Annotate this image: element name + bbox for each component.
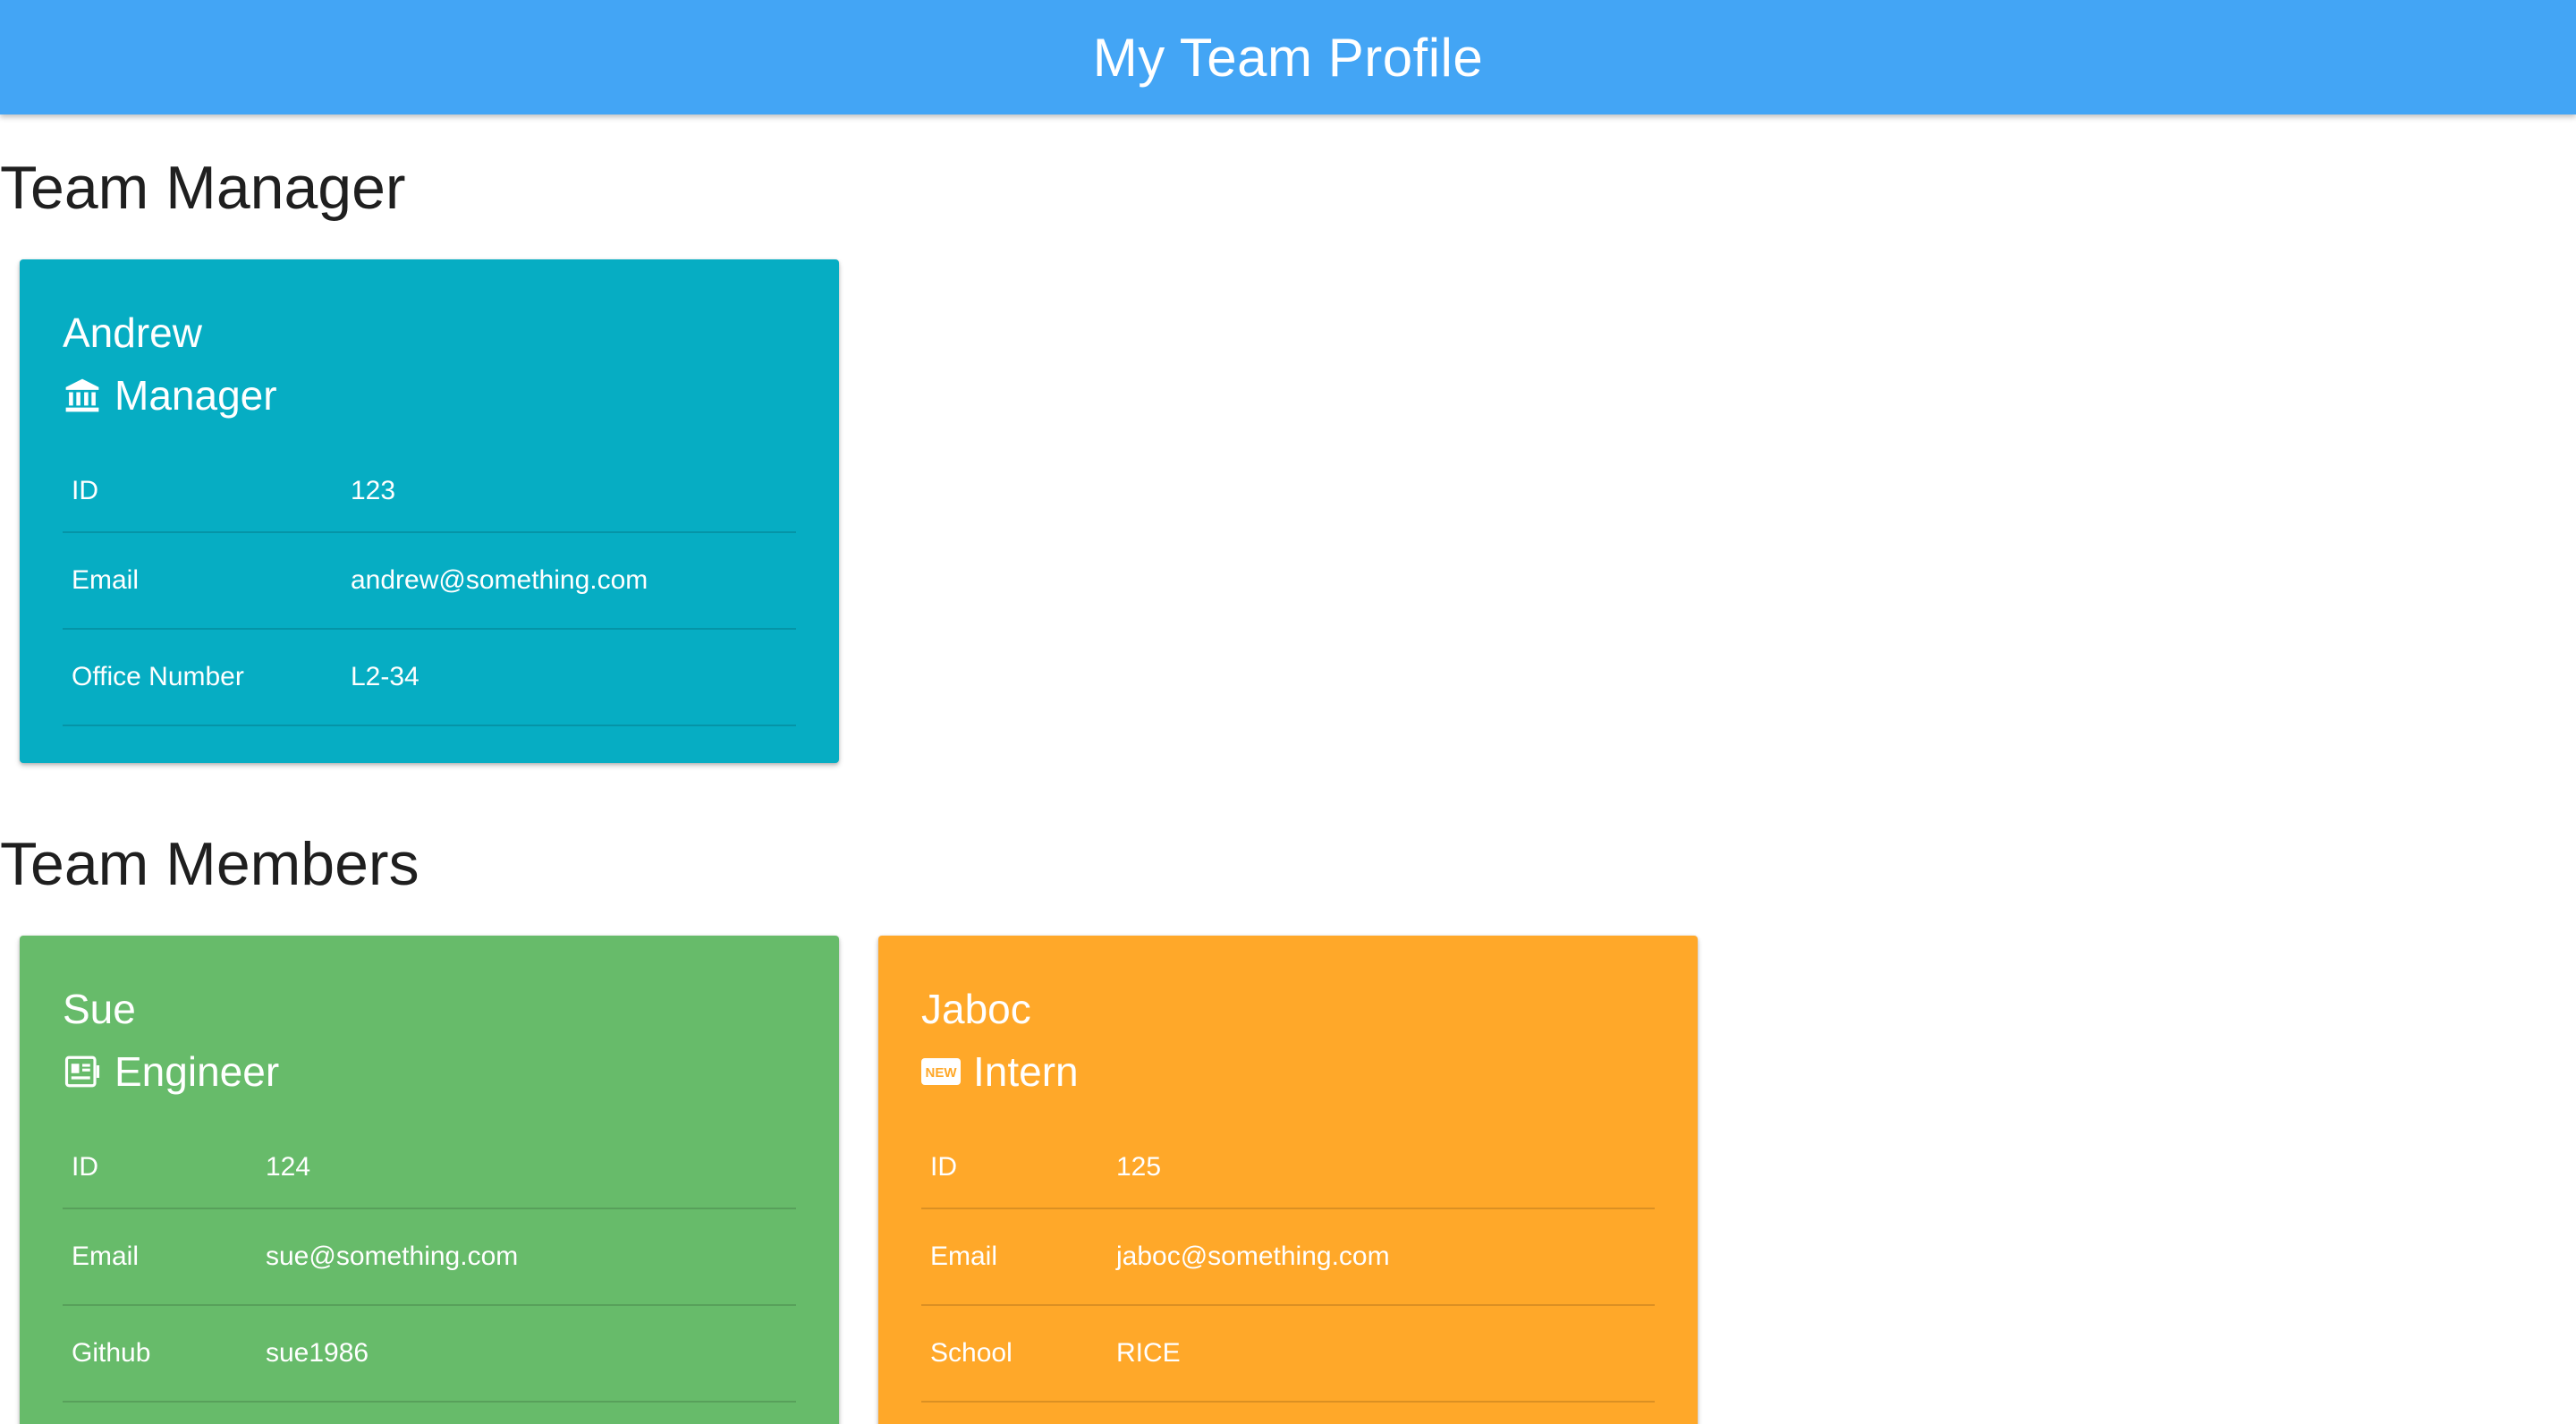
table-row: ID 123 <box>63 458 796 533</box>
employee-info-table: ID 125 Email jaboc@something.com School … <box>921 1134 1655 1403</box>
bank-icon <box>63 376 102 415</box>
table-row: ID 125 <box>921 1134 1655 1209</box>
field-label: Email <box>63 532 342 630</box>
field-value: L2-34 <box>342 629 796 726</box>
email-link[interactable]: sue@something.com <box>257 1208 796 1306</box>
field-label: ID <box>63 1134 257 1209</box>
field-label: ID <box>63 458 342 533</box>
engineer-card: Sue Engineer ID 124 Email sue@something.… <box>20 936 839 1424</box>
field-label: Github <box>63 1305 257 1403</box>
field-label: Email <box>63 1208 257 1306</box>
email-link[interactable]: jaboc@something.com <box>1107 1208 1655 1306</box>
field-value: 123 <box>342 458 796 533</box>
field-label: Office Number <box>63 629 342 726</box>
svg-text:NEW: NEW <box>926 1065 958 1081</box>
employee-name: Jaboc <box>921 986 1031 1032</box>
new-badge-icon: NEW <box>921 1052 961 1091</box>
page-title: My Team Profile <box>1092 27 1484 88</box>
manager-card: Andrew Manager ID 123 Email andrew@somet… <box>20 259 839 763</box>
table-row: Email andrew@something.com <box>63 532 796 630</box>
table-row: Email sue@something.com <box>63 1208 796 1306</box>
table-row: School RICE <box>921 1305 1655 1403</box>
field-value: RICE <box>1107 1305 1655 1403</box>
app-header: My Team Profile <box>0 0 2576 114</box>
employee-role-label: Intern <box>973 1048 1079 1095</box>
employee-name: Andrew <box>63 309 202 356</box>
field-label: ID <box>921 1134 1107 1209</box>
id-card-icon <box>63 1052 102 1091</box>
github-link[interactable]: sue1986 <box>257 1305 796 1403</box>
employee-info-table: ID 123 Email andrew@something.com Office… <box>63 458 796 726</box>
page: My Team Profile Team Manager Andrew Mana… <box>0 0 2576 1424</box>
employee-role-label: Manager <box>114 372 277 419</box>
field-value: 125 <box>1107 1134 1655 1209</box>
table-row: Email jaboc@something.com <box>921 1208 1655 1306</box>
field-value: 124 <box>257 1134 796 1209</box>
table-row: Office Number L2-34 <box>63 629 796 726</box>
table-row: Github sue1986 <box>63 1305 796 1403</box>
employee-role: Engineer <box>63 1047 796 1097</box>
employee-role: Manager <box>63 370 796 420</box>
team-members-heading: Team Members <box>0 830 419 898</box>
employee-role-label: Engineer <box>114 1048 280 1095</box>
intern-card: Jaboc NEW Intern ID 125 Email jaboc@some… <box>878 936 1698 1424</box>
field-label: Email <box>921 1208 1107 1306</box>
employee-role: NEW Intern <box>921 1047 1655 1097</box>
team-manager-heading: Team Manager <box>0 154 406 222</box>
employee-info-table: ID 124 Email sue@something.com Github su… <box>63 1134 796 1403</box>
table-row: ID 124 <box>63 1134 796 1209</box>
employee-name: Sue <box>63 986 136 1032</box>
field-label: School <box>921 1305 1107 1403</box>
email-link[interactable]: andrew@something.com <box>342 532 796 630</box>
